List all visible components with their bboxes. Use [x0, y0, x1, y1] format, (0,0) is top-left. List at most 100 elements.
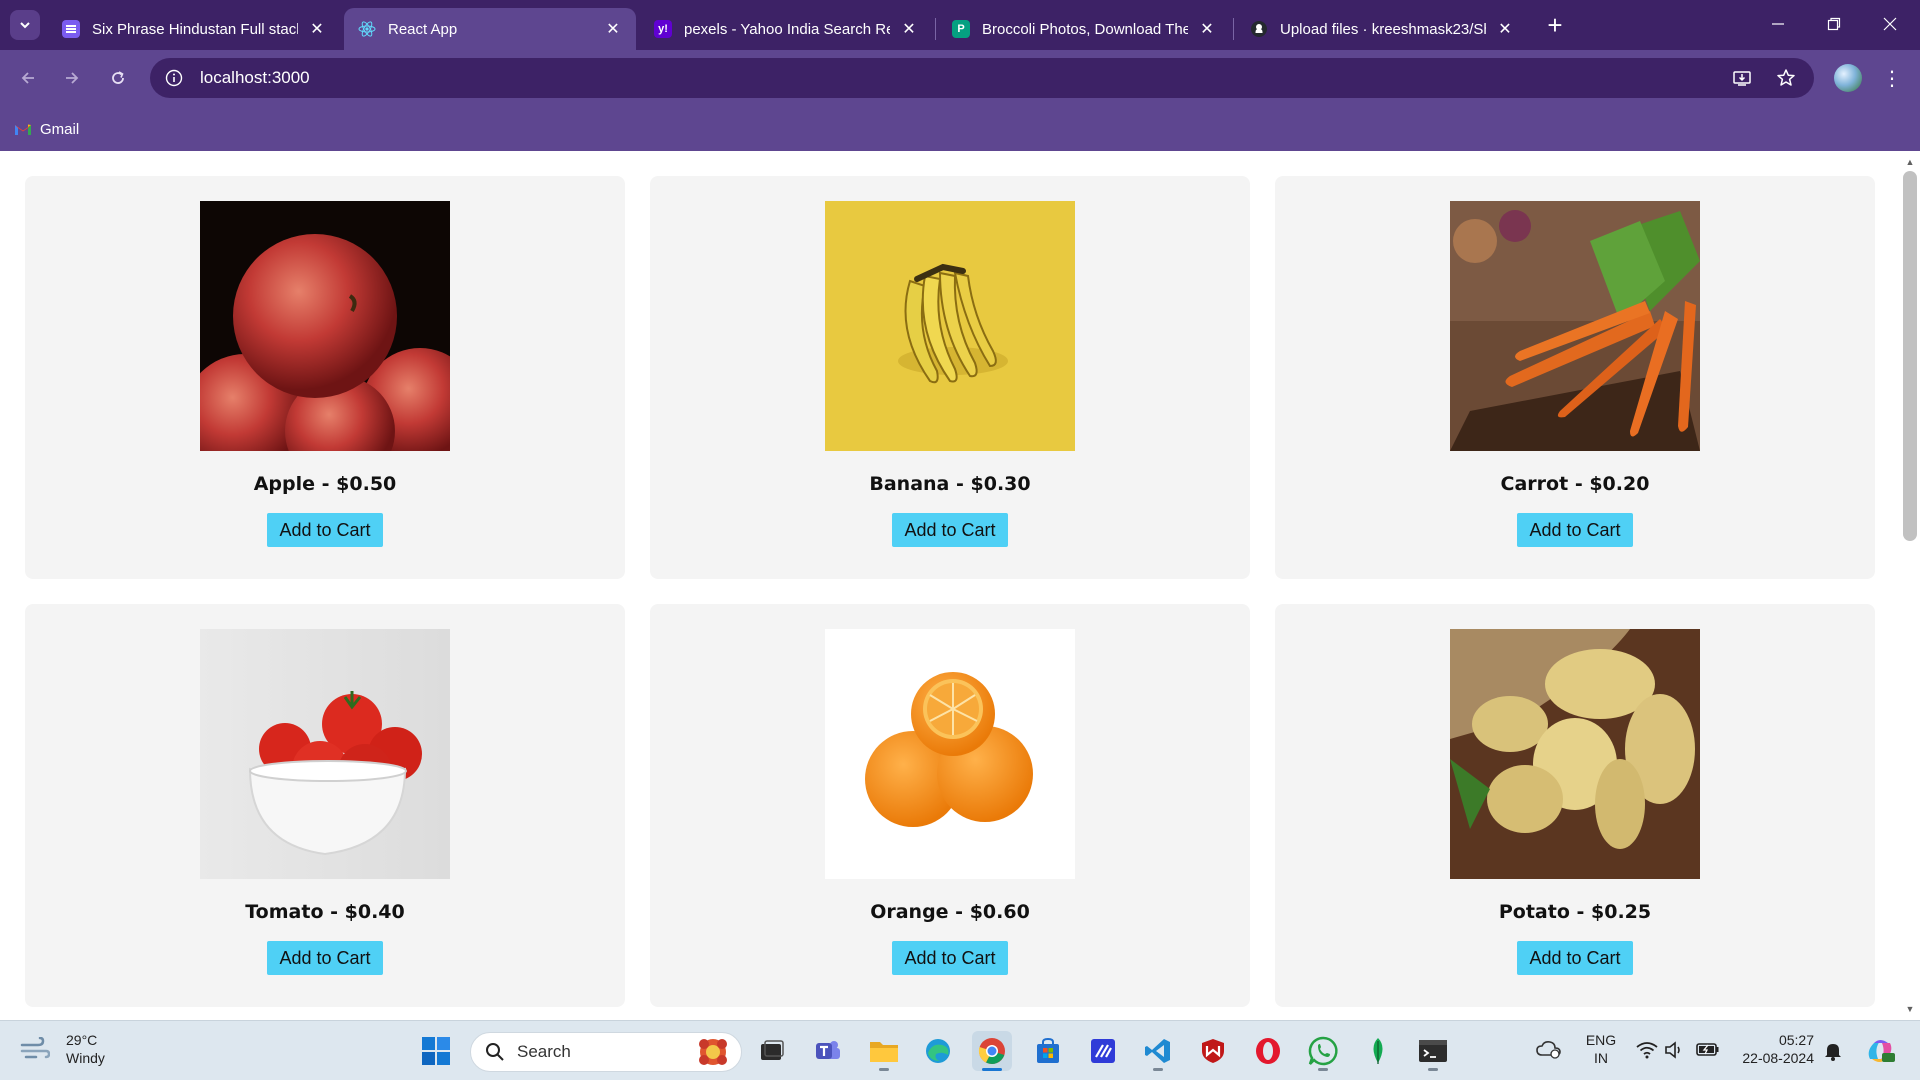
start-button[interactable] [416, 1031, 456, 1071]
site-info-icon[interactable] [162, 66, 186, 90]
mcafee-shield-icon [1202, 1039, 1224, 1063]
whatsapp-app[interactable] [1303, 1031, 1343, 1071]
bookmark-gmail[interactable]: Gmail [14, 116, 79, 142]
restore-button[interactable] [1806, 0, 1862, 48]
tab-six-phrase[interactable]: Six Phrase Hindustan Full stack ✕ [48, 8, 340, 50]
folder-icon [870, 1042, 898, 1062]
teams-icon [816, 1041, 840, 1059]
copilot-icon [1868, 1040, 1895, 1062]
mongodb-leaf-icon [1373, 1038, 1383, 1064]
product-name: Orange [870, 901, 949, 923]
whatsapp-icon [1308, 1036, 1338, 1066]
task-view-button[interactable] [752, 1031, 792, 1071]
clock-date: 22-08-2024 [1742, 1050, 1814, 1066]
minimize-button[interactable] [1750, 0, 1806, 48]
add-to-cart-button[interactable]: Add to Cart [1517, 513, 1633, 547]
react-icon [358, 20, 376, 38]
vscode-app[interactable] [1138, 1031, 1178, 1071]
product-price: $0.60 [969, 901, 1030, 923]
product-price: $0.25 [1591, 901, 1652, 923]
close-tab-icon[interactable]: ✕ [1496, 20, 1514, 38]
notifications-button[interactable] [1824, 1041, 1842, 1065]
speaker-icon [1665, 1041, 1680, 1059]
edge-app[interactable] [918, 1031, 958, 1071]
close-window-button[interactable] [1862, 0, 1918, 48]
product-title: Apple - $0.50 [253, 473, 397, 495]
close-tab-icon[interactable]: ✕ [1198, 20, 1216, 38]
terminal-app[interactable] [1413, 1031, 1453, 1071]
add-to-cart-button[interactable]: Add to Cart [892, 513, 1008, 547]
copilot-button[interactable] [1864, 1035, 1896, 1071]
gmail-icon [15, 124, 31, 135]
arrow-right-icon [66, 72, 79, 84]
add-to-cart-button[interactable]: Add to Cart [1517, 941, 1633, 975]
pexels-icon: P [952, 20, 970, 38]
product-card-carrot: Carrot - $0.20 Add to Cart [1275, 176, 1875, 579]
wifi-tray[interactable] [1636, 1041, 1658, 1063]
weather-temperature: 29°C [66, 1032, 98, 1048]
course-icon [62, 20, 80, 38]
product-title: Carrot - $0.20 [1500, 473, 1650, 495]
tab-pexels-broccoli[interactable]: P Broccoli Photos, Download The ✕ [938, 8, 1230, 50]
tab-title: Upload files · kreeshmask23/Sh [1280, 20, 1486, 38]
mcafee-app[interactable] [1193, 1031, 1233, 1071]
close-tab-icon[interactable]: ✕ [604, 20, 622, 38]
bell-icon [1825, 1044, 1841, 1061]
url-text: localhost:3000 [200, 68, 310, 87]
tab-yahoo-search[interactable]: y! pexels - Yahoo India Search Res ✕ [640, 8, 932, 50]
system-clock[interactable]: 05:27 22-08-2024 [1738, 1031, 1814, 1067]
weather-widget[interactable]: 29°C Windy [20, 1031, 105, 1067]
new-tab-button[interactable]: + [1540, 10, 1570, 40]
chrome-app[interactable] [972, 1031, 1012, 1071]
file-explorer-app[interactable] [864, 1031, 904, 1071]
reload-button[interactable] [100, 60, 136, 96]
teams-app[interactable] [808, 1031, 848, 1071]
github-icon [1250, 20, 1268, 38]
power-automate-app[interactable] [1083, 1031, 1123, 1071]
close-tab-icon[interactable]: ✕ [900, 20, 918, 38]
scroll-up-arrow[interactable]: ▲ [1900, 153, 1920, 171]
terminal-icon [1419, 1040, 1447, 1062]
arrow-left-icon [21, 72, 34, 84]
tab-title: Six Phrase Hindustan Full stack [92, 20, 298, 38]
add-to-cart-button[interactable]: Add to Cart [267, 941, 383, 975]
add-to-cart-button[interactable]: Add to Cart [892, 941, 1008, 975]
browser-menu-button[interactable]: ⋮ [1878, 64, 1906, 92]
add-to-cart-button[interactable]: Add to Cart [267, 513, 383, 547]
address-bar[interactable]: localhost:3000 [150, 58, 1814, 98]
language-indicator[interactable]: ENG IN [1584, 1031, 1618, 1067]
product-name: Banana [869, 473, 950, 495]
volume-tray[interactable] [1664, 1041, 1686, 1063]
minimize-icon [1772, 23, 1784, 25]
windows-logo-icon [422, 1037, 450, 1065]
battery-charging-icon [1696, 1043, 1719, 1056]
tab-search-button[interactable] [10, 10, 40, 40]
install-app-icon[interactable] [1728, 64, 1756, 92]
language-region: IN [1594, 1050, 1608, 1066]
scroll-down-arrow[interactable]: ▼ [1900, 1000, 1920, 1018]
close-icon [1883, 17, 1897, 31]
taskbar-search[interactable]: Search [470, 1032, 742, 1072]
tab-strip: Six Phrase Hindustan Full stack ✕ React … [0, 0, 1920, 50]
bookmark-star-icon[interactable] [1772, 64, 1800, 92]
yahoo-icon: y! [654, 20, 672, 38]
tab-separator [1233, 18, 1234, 40]
opera-icon [1256, 1038, 1280, 1064]
vscode-icon [1145, 1039, 1170, 1063]
onedrive-tray[interactable] [1536, 1039, 1562, 1063]
tab-github-upload[interactable]: Upload files · kreeshmask23/Sh ✕ [1236, 8, 1528, 50]
mongodb-compass-app[interactable] [1358, 1031, 1398, 1071]
opera-app[interactable] [1248, 1031, 1288, 1071]
back-button[interactable] [10, 60, 46, 96]
page-viewport: Apple - $0.50 Add to Cart Banana - $0.30… [0, 151, 1900, 1020]
product-image-potato [1450, 629, 1700, 879]
store-app[interactable] [1028, 1031, 1068, 1071]
close-tab-icon[interactable]: ✕ [308, 20, 326, 38]
profile-avatar[interactable] [1834, 64, 1862, 92]
forward-button[interactable] [54, 60, 90, 96]
tab-react-app[interactable]: React App ✕ [344, 8, 636, 50]
restore-icon [1827, 17, 1841, 31]
search-highlight-icon [699, 1039, 727, 1065]
battery-tray[interactable] [1696, 1041, 1720, 1061]
scrollbar-thumb[interactable] [1903, 171, 1917, 541]
